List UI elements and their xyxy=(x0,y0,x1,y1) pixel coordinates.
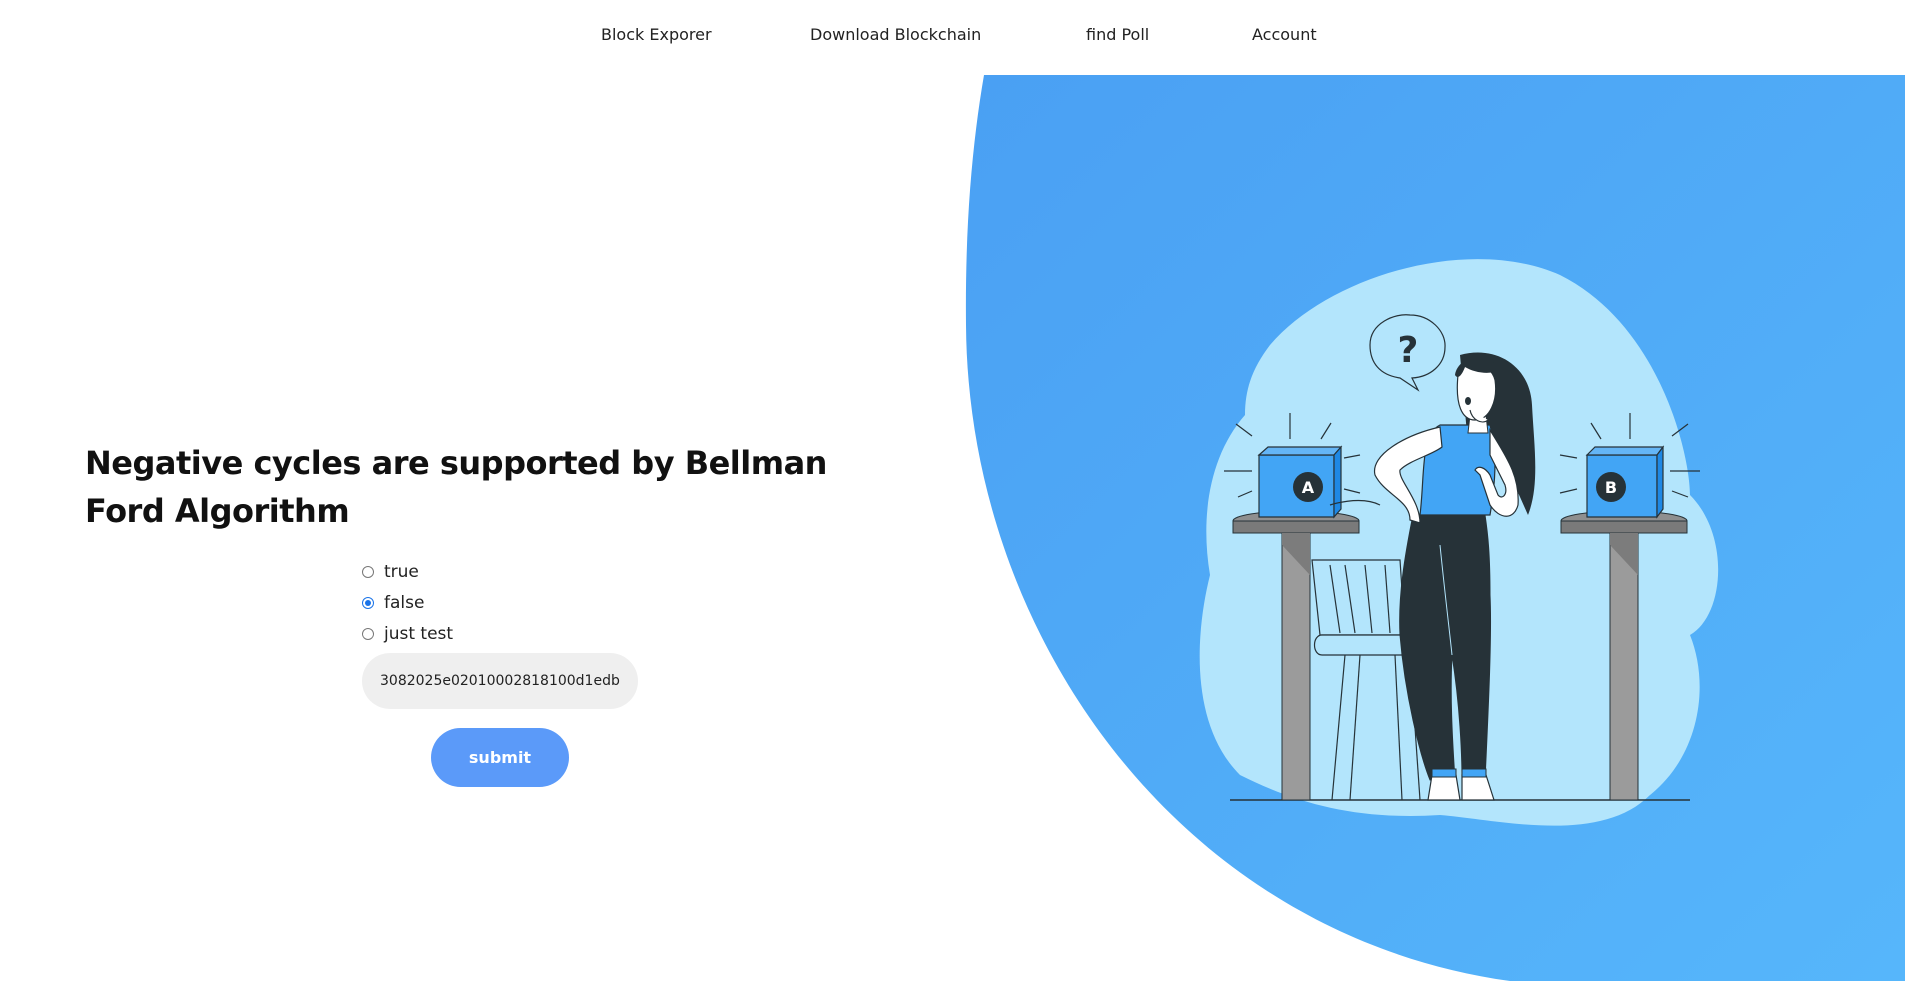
question-mark: ? xyxy=(1398,330,1419,371)
box-a-label: A xyxy=(1302,478,1315,497)
box-b-label: B xyxy=(1605,478,1617,497)
nav-find-poll[interactable]: find Poll xyxy=(1086,25,1149,44)
thinking-woman-illustration: A B ? xyxy=(1199,259,1719,826)
hero-section: Negative cycles are supported by Bellman… xyxy=(0,75,1905,981)
box-a: A xyxy=(1257,445,1343,519)
nav-account[interactable]: Account xyxy=(1252,25,1317,44)
nav-block-explorer[interactable]: Block Exporer xyxy=(601,25,712,44)
top-nav: Block Exporer Download Blockchain find P… xyxy=(0,0,1905,75)
box-b: B xyxy=(1585,445,1665,519)
nav-download-blockchain[interactable]: Download Blockchain xyxy=(810,25,981,44)
